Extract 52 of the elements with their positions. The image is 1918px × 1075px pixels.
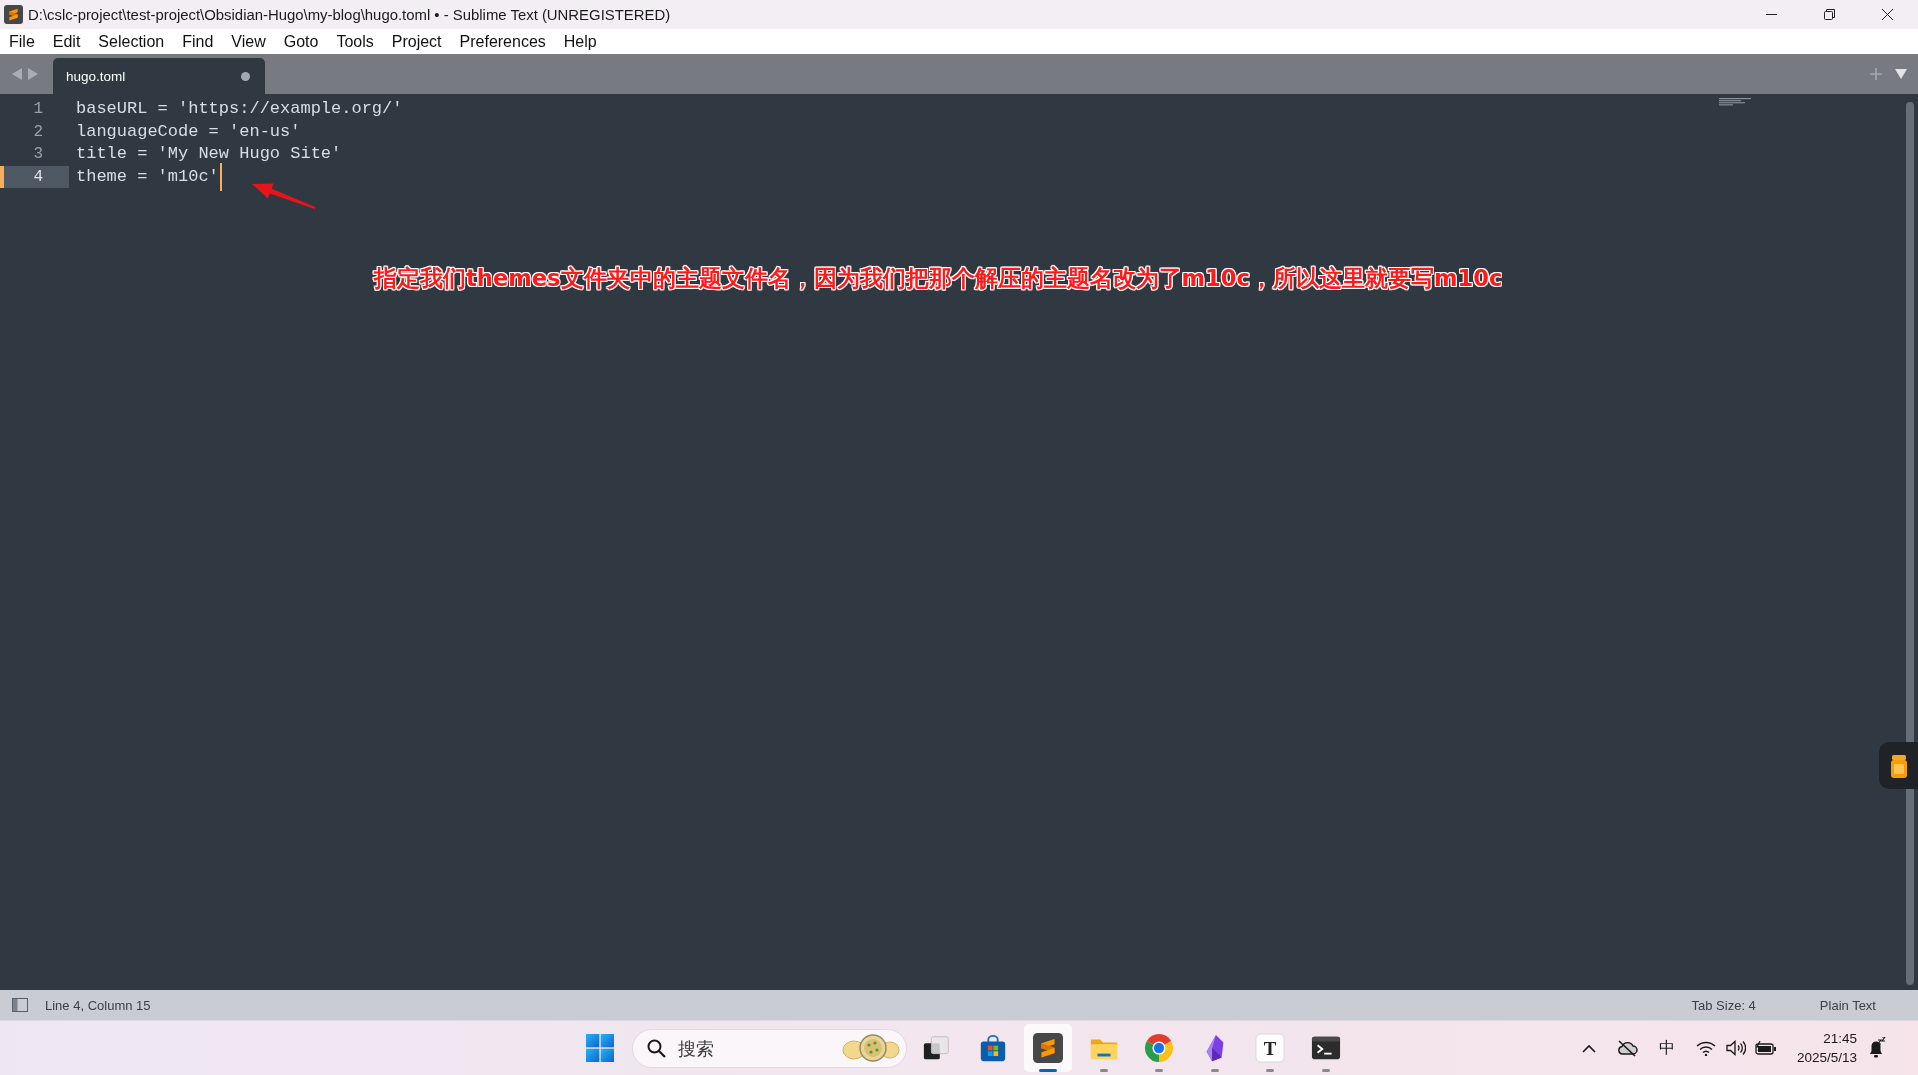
sidebar-toggle-icon[interactable] bbox=[12, 998, 28, 1012]
syntax-mode[interactable]: Plain Text bbox=[1819, 997, 1876, 1013]
speaker-icon[interactable] bbox=[1726, 1040, 1746, 1056]
taskbar-app-button[interactable]: T bbox=[1246, 1024, 1294, 1072]
jar-icon[interactable] bbox=[1879, 742, 1918, 789]
menu-item[interactable]: File bbox=[0, 29, 44, 54]
chevron-up-icon[interactable] bbox=[1582, 1043, 1596, 1053]
code-line: title = 'My New Hugo Site' bbox=[75, 143, 342, 166]
close-icon[interactable] bbox=[1881, 9, 1893, 20]
code-line: languageCode = 'en-us' bbox=[75, 120, 301, 143]
menu-item[interactable]: Edit bbox=[43, 29, 90, 54]
menu-item[interactable]: Tools bbox=[327, 29, 383, 54]
code-editor-icon[interactable] bbox=[1033, 1033, 1063, 1063]
clock-time[interactable]: 21:45 bbox=[1823, 1029, 1858, 1048]
annotation-text: 指定我们themes文件夹中的主题文件名，因为我们把那个解压的主题名改为了m10c，所以这里就要写m10c bbox=[374, 264, 1503, 293]
menu-item[interactable]: Project bbox=[382, 29, 451, 54]
menu-item[interactable]: Help bbox=[554, 29, 606, 54]
line-number: 3 bbox=[32, 144, 44, 165]
minimap[interactable] bbox=[1719, 98, 1753, 106]
wifi-icon[interactable] bbox=[1696, 1040, 1716, 1056]
restore-icon[interactable] bbox=[1823, 9, 1835, 20]
letter-tile-icon[interactable]: T bbox=[1255, 1033, 1285, 1063]
bell-snooze-icon[interactable] bbox=[1868, 1037, 1887, 1059]
input-method-indicator[interactable]: 中 bbox=[1659, 1037, 1675, 1059]
caret-down-icon[interactable] bbox=[1895, 69, 1907, 79]
annotation-arrow bbox=[251, 183, 317, 210]
menu-item[interactable]: Goto bbox=[274, 29, 328, 54]
taskbar-app-button[interactable] bbox=[1024, 1024, 1072, 1072]
battery-charging-icon[interactable] bbox=[1755, 1041, 1777, 1055]
cursor-position: Line 4, Column 15 bbox=[45, 997, 151, 1013]
search-icon bbox=[647, 1038, 666, 1058]
browser-icon[interactable] bbox=[1144, 1033, 1174, 1063]
doodle-icon[interactable] bbox=[842, 1034, 900, 1062]
tab-size[interactable]: Tab Size: 4 bbox=[1691, 997, 1756, 1013]
file-tab[interactable]: hugo.toml bbox=[53, 58, 265, 94]
code-line: baseURL = 'https://example.org/' bbox=[75, 98, 403, 121]
app-icon bbox=[4, 5, 23, 24]
line-number: 4 bbox=[0, 165, 69, 188]
menu-item[interactable]: Preferences bbox=[450, 29, 555, 54]
cloud-off-icon[interactable] bbox=[1616, 1039, 1638, 1057]
search-field[interactable]: 搜索 bbox=[678, 1037, 788, 1059]
code-line: theme = 'm10c' bbox=[75, 165, 219, 188]
clock-date[interactable]: 2025/5/13 bbox=[1797, 1048, 1858, 1067]
menu-item[interactable]: Selection bbox=[89, 29, 174, 54]
search-bar[interactable]: 搜索 bbox=[632, 1028, 907, 1068]
scrollbar[interactable] bbox=[1906, 102, 1914, 985]
window-title: D:\cslc-project\test-project\Obsidian-Hugo\my-blog\hugo.toml • - Sublime Text (UNREGISTERED) bbox=[28, 6, 671, 23]
line-number: 1 bbox=[32, 99, 44, 120]
four-squares-icon[interactable] bbox=[586, 1034, 614, 1062]
menu-item[interactable]: View bbox=[222, 29, 275, 54]
line-number: 2 bbox=[32, 121, 44, 143]
menu-item[interactable]: Find bbox=[173, 29, 223, 54]
